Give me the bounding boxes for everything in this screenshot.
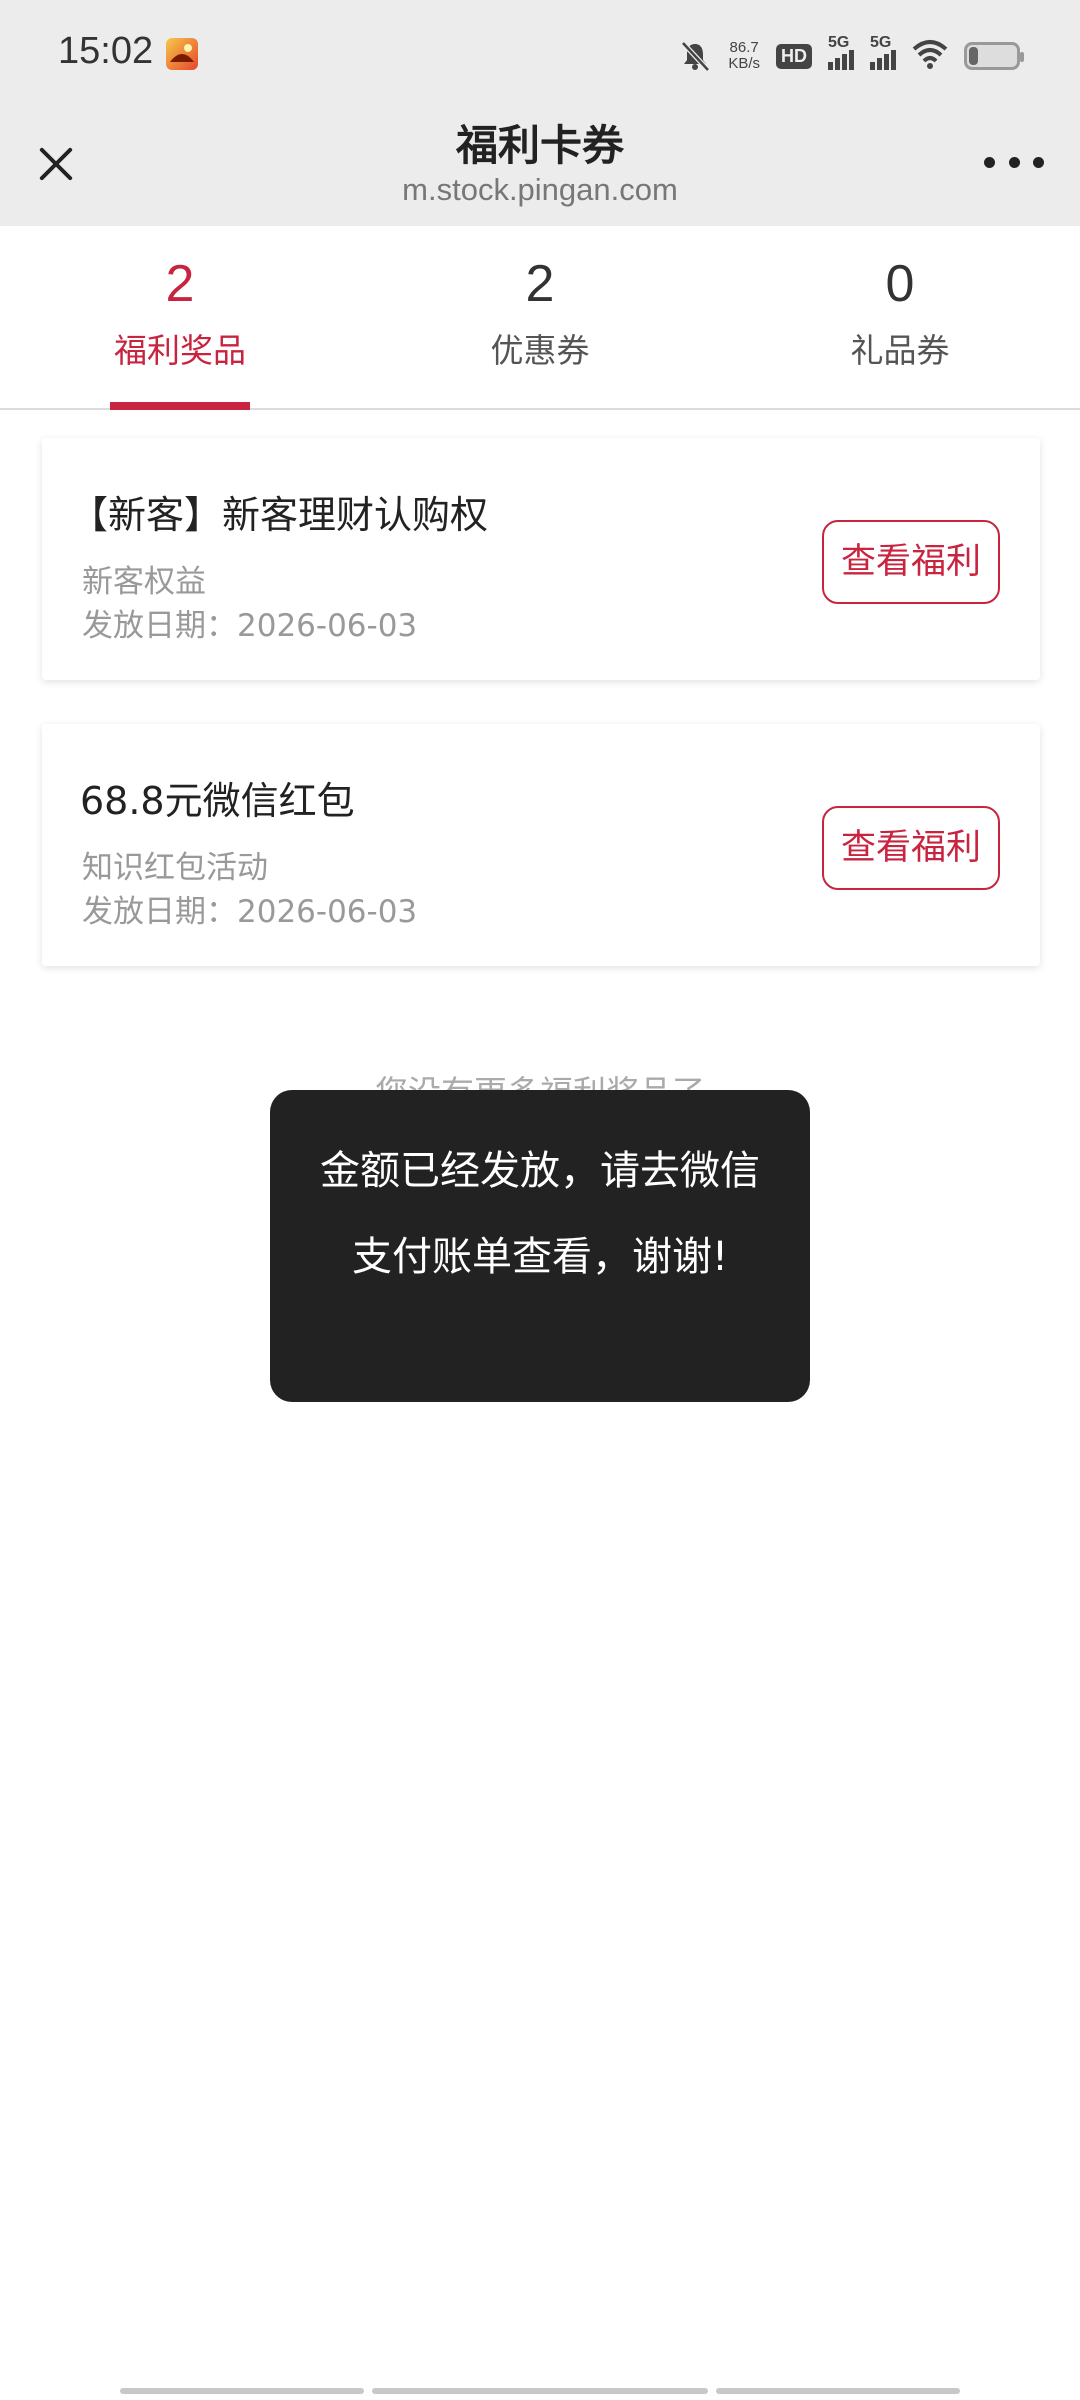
page-title: 福利卡券 xyxy=(455,121,624,170)
tab-count: 0 xyxy=(885,255,915,313)
card-date-row: 发放日期：2026-06-03 xyxy=(82,600,417,645)
sim2-label: 5G xyxy=(870,34,892,51)
card-date-label: 发放日期： xyxy=(82,608,237,644)
toast-message: 金额已经发放，请去微信支付账单查看，谢谢! xyxy=(270,1090,810,1402)
more-icon[interactable] xyxy=(984,154,1044,170)
signal-5g-sim2-icon: 5G xyxy=(870,34,896,70)
tab-count: 2 xyxy=(165,255,195,313)
tab-label: 优惠券 xyxy=(490,331,590,370)
tab-label: 礼品券 xyxy=(850,331,950,370)
card-title: 【新客】新客理财认购权 xyxy=(70,493,489,537)
view-benefit-button[interactable]: 查看福利 xyxy=(822,806,1000,890)
card-subtitle: 知识红包活动 xyxy=(82,850,268,886)
benefit-card: 【新客】新客理财认购权 新客权益 发放日期：2026-06-03 查看福利 xyxy=(42,438,1040,680)
nav-bar: 福利卡券 m.stock.pingan.com xyxy=(0,110,1080,226)
app-notification-icon xyxy=(166,38,198,70)
signal-5g-sim1-icon: 5G xyxy=(828,34,854,70)
hd-icon: HD xyxy=(776,43,812,69)
status-bar: 15:02 86.7 KB/s HD 5G 5G xyxy=(0,0,1080,110)
page-url: m.stock.pingan.com xyxy=(402,172,678,207)
tab-count: 2 xyxy=(525,255,555,313)
tab-bar: 2 福利奖品 2 优惠券 0 礼品券 xyxy=(0,226,1080,410)
card-date-label: 发放日期： xyxy=(82,894,237,930)
status-time: 15:02 xyxy=(58,30,154,72)
view-benefit-button[interactable]: 查看福利 xyxy=(822,520,1000,604)
tab-benefit-prizes[interactable]: 2 福利奖品 xyxy=(80,226,280,410)
tab-coupons[interactable]: 2 优惠券 xyxy=(440,226,640,410)
network-speed-value: 86.7 xyxy=(729,39,759,56)
toast-text: 金额已经发放，请去微信支付账单查看，谢谢! xyxy=(320,1148,760,1280)
card-title: 68.8元微信红包 xyxy=(80,779,355,823)
card-date: 2026-06-03 xyxy=(237,894,418,930)
bottom-gesture-bar xyxy=(120,2388,960,2394)
network-speed: 86.7 KB/s xyxy=(728,40,760,72)
mute-icon xyxy=(678,39,712,73)
card-subtitle: 新客权益 xyxy=(82,564,206,600)
battery-icon xyxy=(964,42,1024,70)
tab-gift-vouchers[interactable]: 0 礼品券 xyxy=(800,226,1000,410)
tab-active-indicator xyxy=(110,402,250,410)
status-icons: 86.7 KB/s HD 5G 5G xyxy=(678,34,1024,76)
benefit-card: 68.8元微信红包 知识红包活动 发放日期：2026-06-03 查看福利 xyxy=(42,724,1040,966)
wifi-icon xyxy=(912,39,948,73)
network-speed-unit: KB/s xyxy=(728,55,760,72)
card-date: 2026-06-03 xyxy=(237,608,418,644)
sim1-label: 5G xyxy=(828,34,850,51)
card-date-row: 发放日期：2026-06-03 xyxy=(82,886,417,931)
tab-label: 福利奖品 xyxy=(114,331,246,370)
